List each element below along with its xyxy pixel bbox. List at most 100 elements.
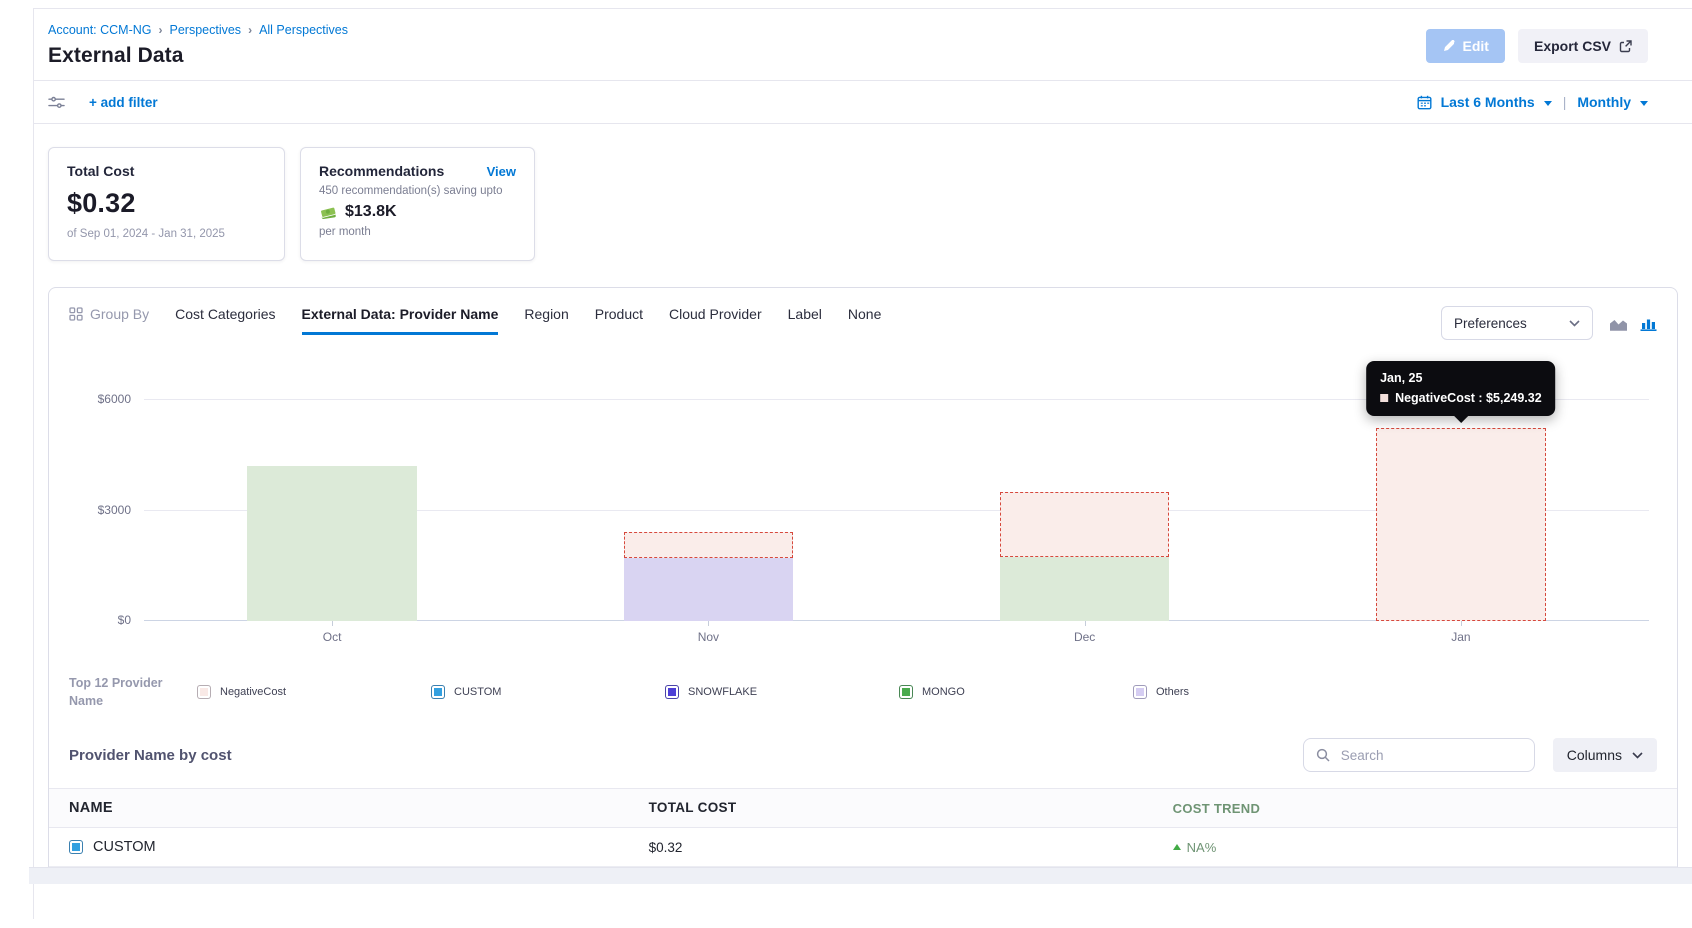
groupby-right: Preferences	[1441, 306, 1657, 340]
perspective-panel: Group By Cost Categories External Data: P…	[48, 287, 1678, 884]
y-axis-label: $6000	[98, 392, 131, 406]
columns-button-label: Columns	[1567, 747, 1622, 763]
money-icon	[319, 205, 338, 220]
tab-cloud-provider[interactable]: Cloud Provider	[669, 306, 762, 335]
filter-settings-icon[interactable]	[48, 95, 65, 110]
breadcrumb-item[interactable]: All Perspectives	[259, 23, 348, 37]
breadcrumb: Account: CCM-NG › Perspectives › All Perspec…	[48, 23, 348, 37]
tab-label[interactable]: Label	[788, 306, 822, 335]
divider: |	[1563, 94, 1567, 110]
breadcrumb-separator: ›	[248, 23, 252, 37]
table-body: CUSTOM $0.32 NA%	[49, 828, 1677, 867]
tab-external-data-provider-name[interactable]: External Data: Provider Name	[302, 306, 499, 335]
cost-chart: $0$3000$6000 Jan, 25 NegativeCost : $5,2…	[69, 366, 1657, 664]
edit-button[interactable]: Edit	[1426, 29, 1505, 63]
recommendations-title: Recommendations	[319, 163, 444, 179]
breadcrumb-item[interactable]: Perspectives	[170, 23, 242, 37]
filter-left: + add filter	[48, 95, 158, 110]
y-axis-label: $3000	[98, 503, 131, 517]
table-section-title: Provider Name by cost	[69, 747, 232, 764]
legend-label: CUSTOM	[454, 686, 501, 698]
search-input[interactable]	[1339, 747, 1522, 764]
chevron-down-icon	[1632, 752, 1643, 759]
bar-mongo-dec[interactable]	[1000, 557, 1169, 621]
legend-items: NegativeCost CUSTOM SNOWFLAKEMONGOOthers	[197, 685, 1657, 699]
recommendations-card: Recommendations View 450 recommendation(…	[300, 147, 535, 261]
row-swatch	[69, 840, 83, 854]
bar-negativecost-jan[interactable]	[1376, 428, 1545, 621]
x-axis-tick	[1461, 621, 1462, 626]
bar-mongo-oct[interactable]	[247, 466, 416, 621]
legend-item-others[interactable]: Others	[1133, 685, 1367, 699]
groupby-row: Group By Cost Categories External Data: P…	[69, 306, 1657, 340]
recommendations-amount: $13.8K	[345, 203, 397, 221]
columns-button[interactable]: Columns	[1553, 738, 1657, 772]
bar-negativecost-dec[interactable]	[1000, 492, 1169, 557]
page-content: Account: CCM-NG › Perspectives › All Perspec…	[33, 8, 1692, 919]
groupby-label: Group By	[69, 306, 149, 334]
chart-plot: Jan, 25 NegativeCost : $5,249.32 OctNovD…	[144, 366, 1649, 621]
row-name-cell: CUSTOM	[69, 839, 649, 855]
legend-item-mongo[interactable]: MONGO	[899, 685, 1133, 699]
bar-negativecost-nov[interactable]	[624, 532, 793, 558]
row-total-cost: $0.32	[649, 840, 1173, 855]
x-axis-tick	[332, 621, 333, 626]
tab-none[interactable]: None	[848, 306, 881, 335]
date-range-chevron-icon[interactable]	[1544, 101, 1552, 106]
row-name-label: CUSTOM	[93, 839, 156, 855]
chart-legend: Top 12 Provider Name NegativeCostCUSTOMS…	[69, 674, 1657, 726]
table-header-row: NAMETOTAL COSTCOST TREND	[49, 788, 1677, 828]
page-title: External Data	[48, 44, 348, 68]
recommendations-per-month: per month	[319, 226, 516, 238]
search-box	[1303, 738, 1535, 772]
table-row[interactable]: CUSTOM $0.32 NA%	[49, 828, 1677, 867]
x-axis-label: Oct	[323, 630, 342, 644]
column-header-name[interactable]: NAME	[69, 800, 649, 816]
tab-cost-categories[interactable]: Cost Categories	[175, 306, 275, 335]
legend-item-snowflake[interactable]: SNOWFLAKE	[665, 685, 899, 699]
x-axis-label: Jan	[1451, 630, 1470, 644]
area-chart-icon[interactable]	[1609, 316, 1628, 331]
legend-item-custom[interactable]: CUSTOM	[431, 685, 665, 699]
add-filter-button[interactable]: + add filter	[89, 95, 158, 110]
column-chart-icon[interactable]	[1640, 316, 1657, 331]
column-header-total-cost[interactable]: TOTAL COST	[649, 800, 1173, 816]
search-icon	[1316, 748, 1330, 762]
breadcrumb-item[interactable]: Account: CCM-NG	[48, 23, 152, 37]
summary-cards: Total Cost $0.32 of Sep 01, 2024 - Jan 3…	[34, 124, 1692, 261]
legend-label: NegativeCost	[220, 686, 286, 698]
calendar-icon	[1417, 95, 1432, 110]
trend-up-icon	[1173, 844, 1181, 850]
export-csv-button[interactable]: Export CSV	[1518, 29, 1648, 63]
provider-table: NAMETOTAL COSTCOST TREND CUSTOM $0.32 NA%	[49, 788, 1677, 884]
export-csv-label: Export CSV	[1534, 38, 1611, 54]
filter-bar: + add filter Last 6 Months | Monthly	[34, 81, 1692, 124]
groupby-tabs: Cost Categories External Data: Provider N…	[175, 306, 881, 335]
header-actions: Edit Export CSV	[1426, 29, 1648, 63]
breadcrumb-separator: ›	[159, 23, 163, 37]
preferences-label: Preferences	[1454, 316, 1527, 331]
view-recommendations-link[interactable]: View	[487, 164, 516, 179]
tab-product[interactable]: Product	[595, 306, 643, 335]
trend-value: NA%	[1187, 840, 1217, 855]
column-header-cost-trend[interactable]: COST TREND	[1173, 800, 1657, 816]
granularity-select[interactable]: Monthly	[1577, 94, 1631, 110]
legend-swatch	[1133, 685, 1147, 699]
preferences-dropdown[interactable]: Preferences	[1441, 306, 1593, 340]
tooltip-value: NegativeCost : $5,249.32	[1395, 391, 1542, 405]
recommendations-subtitle: 450 recommendation(s) saving upto	[319, 185, 516, 197]
legend-swatch	[665, 685, 679, 699]
tab-region[interactable]: Region	[524, 306, 568, 335]
legend-item-negativecost[interactable]: NegativeCost	[197, 685, 431, 699]
x-axis-label: Dec	[1074, 630, 1095, 644]
total-cost-title: Total Cost	[67, 163, 266, 179]
x-axis-label: Nov	[698, 630, 719, 644]
date-range-select[interactable]: Last 6 Months	[1441, 94, 1535, 110]
table-footer-strip	[29, 867, 1692, 884]
header-left: Account: CCM-NG › Perspectives › All Perspec…	[48, 23, 348, 68]
granularity-chevron-icon[interactable]	[1640, 101, 1648, 106]
bar-others-nov[interactable]	[624, 558, 793, 621]
x-axis-tick	[1085, 621, 1086, 626]
legend-swatch	[899, 685, 913, 699]
chevron-down-icon	[1569, 320, 1580, 327]
